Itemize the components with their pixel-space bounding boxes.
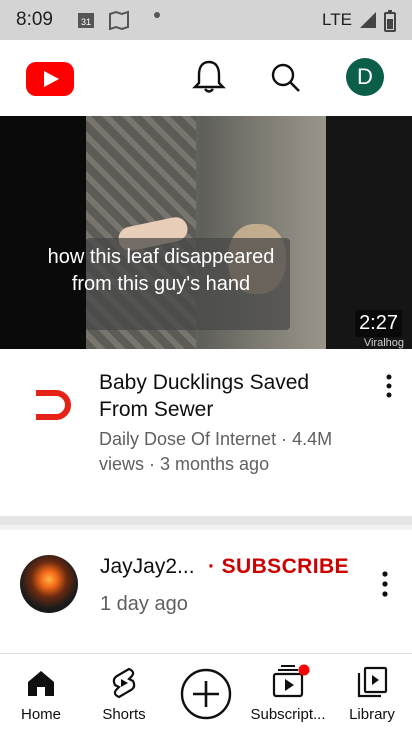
calendar-icon: 31 [78, 13, 94, 28]
nav-library-label: Library [349, 706, 395, 723]
nav-library[interactable]: Library [342, 654, 402, 733]
nav-subscriptions-label: Subscript... [250, 706, 326, 723]
video-caption: how this leaf disappeared from this guy'… [47, 246, 275, 295]
bottom-navigation: Home Shorts Subscript... Library [0, 653, 412, 733]
network-type: LTE [322, 10, 352, 29]
section-divider [0, 516, 412, 525]
channel-logo-icon[interactable] [34, 387, 74, 423]
subscribe-button[interactable]: · SUBSCRIBE [208, 555, 349, 579]
notification-dot-icon [154, 12, 160, 18]
home-icon [28, 671, 54, 696]
library-icon [357, 666, 388, 698]
top-app-bar: D [0, 40, 412, 116]
video-meta[interactable]: Baby Ducklings Saved From Sewer Daily Do… [0, 349, 412, 515]
video-duration: 2:27 [355, 310, 402, 337]
maps-icon [109, 10, 129, 30]
nav-subscriptions[interactable]: Subscript... [248, 654, 328, 733]
channel-post[interactable]: JayJay2... · SUBSCRIBE 1 day ago [0, 530, 412, 653]
channel-avatar[interactable] [20, 555, 78, 613]
video-watermark: Viralhog [363, 337, 404, 349]
create-plus-icon [180, 668, 232, 720]
nav-shorts[interactable]: Shorts [94, 654, 154, 733]
post-age: 1 day ago [100, 593, 188, 615]
channel-name[interactable]: JayJay2... [100, 555, 195, 579]
search-icon[interactable] [268, 60, 304, 96]
video-subtitle: Daily Dose Of Internet · 4.4M views · 3 … [99, 429, 333, 474]
nav-shorts-label: Shorts [102, 706, 146, 723]
more-options-icon[interactable] [378, 570, 392, 598]
more-options-icon[interactable] [382, 373, 396, 399]
nav-create[interactable] [178, 654, 234, 733]
battery-icon [384, 10, 396, 32]
nav-home-label: Home [20, 706, 61, 723]
youtube-logo[interactable] [26, 62, 74, 96]
svg-text:31: 31 [81, 17, 91, 27]
status-bar: 8:09 31 LTE [0, 0, 412, 40]
subscriptions-icon [272, 664, 310, 698]
notifications-bell-icon[interactable] [192, 58, 226, 96]
nav-home[interactable]: Home [10, 654, 72, 733]
video-title[interactable]: Baby Ducklings Saved From Sewer [99, 369, 349, 423]
account-avatar[interactable]: D [346, 58, 384, 96]
shorts-icon [112, 667, 136, 699]
status-time: 8:09 [16, 9, 53, 30]
signal-icon [360, 12, 376, 28]
video-thumbnail[interactable]: how this leaf disappeared from this guy'… [0, 116, 412, 349]
